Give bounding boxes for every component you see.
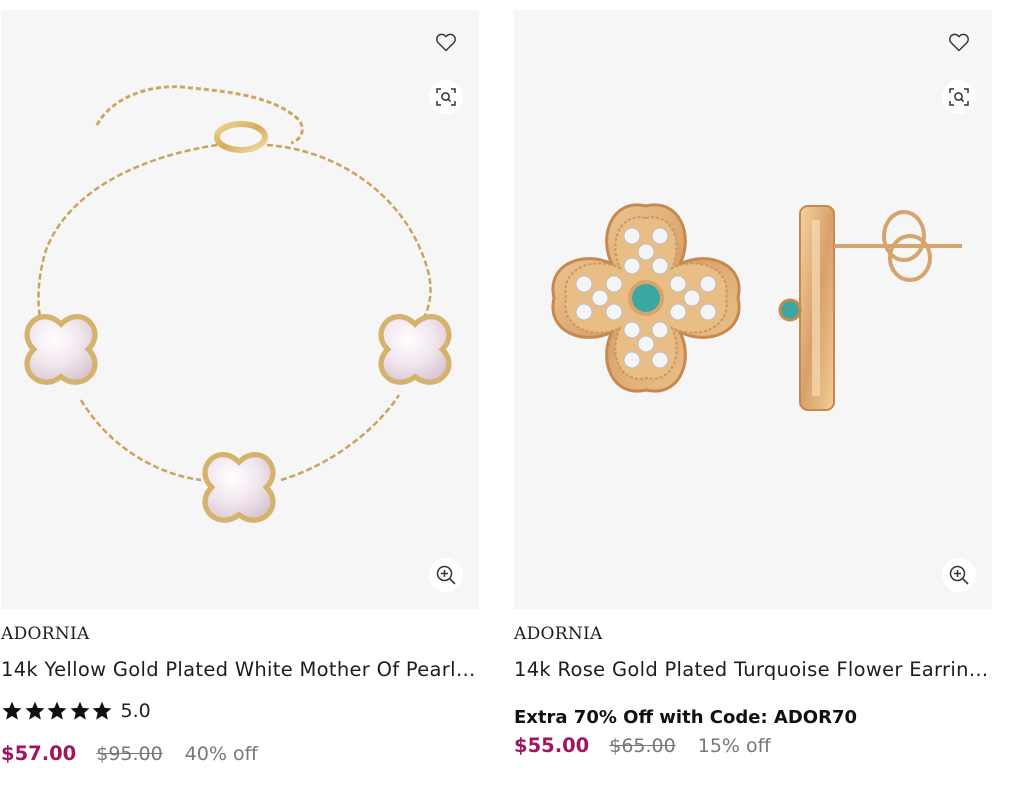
product-image[interactable] [1,10,479,609]
product-card[interactable]: ADORNIA 14k Yellow Gold Plated White Mot… [1,10,479,765]
visual-search-icon [947,85,971,109]
earrings-image [551,203,962,411]
star-icon [1,700,23,722]
rating-value: 5.0 [120,700,151,722]
product-brand[interactable]: ADORNIA [1,624,90,644]
original-price: $95.00 [96,743,163,765]
star-icon [69,700,91,722]
product-name[interactable]: 14k Rose Gold Plated Turquoise Flower Ea… [514,658,990,681]
zoom-button[interactable] [942,558,976,592]
original-price: $65.00 [609,735,676,757]
product-card[interactable]: ADORNIA 14k Rose Gold Plated Turquoise F… [514,10,992,757]
product-name[interactable]: 14k Yellow Gold Plated White Mother Of P… [1,658,477,681]
wishlist-button[interactable] [942,25,976,59]
star-icon [91,700,113,722]
visual-search-icon [434,85,458,109]
discount-label: 15% off [697,735,771,757]
product-image[interactable] [514,10,992,609]
discount-label: 40% off [184,743,258,765]
promo-code-text: Extra 70% Off with Code: ADOR70 [514,707,858,728]
bracelet-image [24,85,452,523]
sale-price: $55.00 [514,734,590,757]
rating-stars [1,700,114,722]
visual-search-button[interactable] [942,80,976,114]
zoom-button[interactable] [429,558,463,592]
heart-icon [434,30,458,54]
product-rating[interactable]: 5.0 [1,700,151,722]
zoom-in-icon [434,563,458,587]
price-row: $57.00 $95.00 40% off [1,742,258,765]
price-row: $55.00 $65.00 15% off [514,734,771,757]
wishlist-button[interactable] [429,25,463,59]
star-icon [24,700,46,722]
sale-price: $57.00 [1,742,77,765]
heart-icon [947,30,971,54]
zoom-in-icon [947,563,971,587]
product-brand[interactable]: ADORNIA [514,624,603,644]
visual-search-button[interactable] [429,80,463,114]
star-icon [46,700,68,722]
